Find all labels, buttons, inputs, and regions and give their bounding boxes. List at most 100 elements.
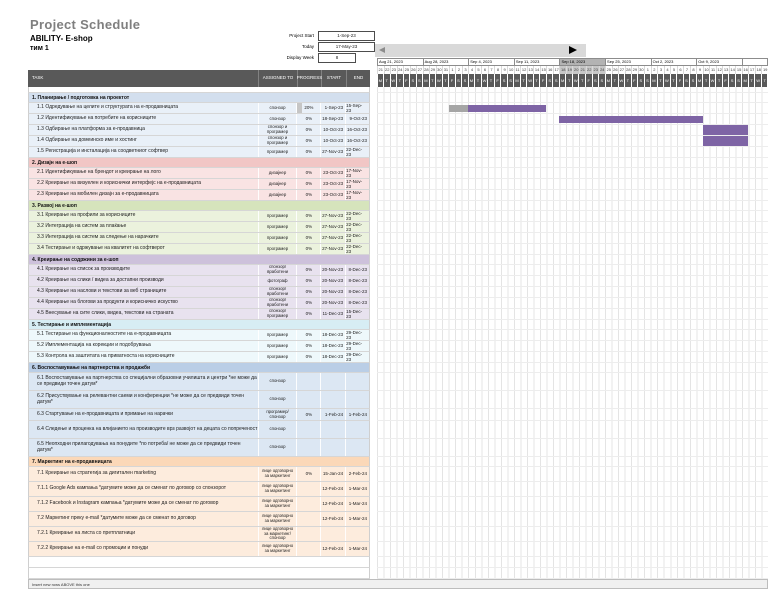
assigned-cell[interactable]: спонзор	[257, 373, 297, 390]
assigned-cell[interactable]: програмер	[257, 352, 297, 362]
task-cell[interactable]: 7.2 Маркетинг преку е-mail *датумите мож…	[29, 512, 258, 526]
start-date-cell[interactable]: 27-Nov-23	[320, 211, 345, 221]
assigned-cell[interactable]: програмер	[257, 222, 297, 232]
task-cell[interactable]: 1.1 Одредување на целите и структурата н…	[29, 103, 258, 113]
gantt-cell[interactable]	[377, 320, 768, 330]
assigned-cell[interactable]: лице одговорно за маркетинг/ спонзор	[257, 527, 297, 541]
start-date-cell[interactable]	[320, 527, 345, 541]
task-cell[interactable]: 2.1 Идентификување на брендот и креирање…	[29, 168, 258, 178]
progress-cell[interactable]: 0%	[296, 114, 320, 124]
gantt-cell[interactable]	[377, 557, 768, 568]
start-date-cell[interactable]: 27-Nov-23	[320, 147, 345, 157]
progress-cell[interactable]: 0%	[296, 330, 320, 340]
progress-cell[interactable]: 0%	[296, 276, 320, 286]
task-cell[interactable]: 1.2 Идентификување на потребите на корис…	[29, 114, 258, 124]
start-date-cell[interactable]	[320, 439, 345, 456]
task-cell[interactable]: 5.2 Имплементација на корекции и подобру…	[29, 341, 258, 351]
start-date-cell[interactable]: 12-Feb-24	[320, 482, 345, 496]
end-date-cell[interactable]	[345, 527, 369, 541]
task-cell[interactable]: 4.4 Креирање на блогови за продукти и ко…	[29, 298, 258, 308]
assigned-cell[interactable]: спонзор	[257, 439, 297, 456]
task-cell[interactable]: 3.3 Интеграција на систем за следење на …	[29, 233, 258, 243]
end-date-cell[interactable]: 29-Dec-23	[345, 341, 369, 351]
start-date-cell[interactable]: 18-Dec-23	[320, 352, 345, 362]
gantt-cell[interactable]	[377, 114, 768, 125]
end-date-cell[interactable]: 29-Dec-23	[345, 352, 369, 362]
end-date-cell[interactable]: 1-Mar-24	[345, 512, 369, 526]
task-cell[interactable]: 7.2.1 Креирање на листа со претплатници	[29, 527, 258, 541]
progress-cell[interactable]: 0%	[296, 179, 320, 189]
start-date-cell[interactable]: 11-Dec-23	[320, 309, 345, 319]
end-date-cell[interactable]	[345, 373, 369, 390]
gantt-cell[interactable]	[377, 363, 768, 373]
end-date-cell[interactable]: 16-Oct-23	[345, 125, 369, 135]
progress-cell[interactable]	[296, 373, 320, 390]
assigned-cell[interactable]: спонзор/ програмер	[257, 309, 297, 319]
timeline-scrollbar[interactable]	[375, 44, 586, 57]
assigned-cell[interactable]: дизајнер	[257, 179, 297, 189]
end-date-cell[interactable]: 8-Dec-23	[345, 287, 369, 297]
gantt-cell[interactable]	[377, 103, 768, 114]
assigned-cell[interactable]: програмер	[257, 341, 297, 351]
end-date-cell[interactable]: 15-Sep-23	[345, 103, 369, 113]
gantt-cell[interactable]	[377, 341, 768, 352]
assigned-cell[interactable]: дизајнер	[257, 168, 297, 178]
task-cell[interactable]: 5.3 Контрола на заштитата на приватноста…	[29, 352, 258, 362]
start-date-cell[interactable]: 20-Nov-23	[320, 287, 345, 297]
section-header-part[interactable]: 3. Развој на е-шоп	[28, 201, 370, 211]
task-cell[interactable]: 1.3 Одбирање на платформа за е-продавниц…	[29, 125, 258, 135]
end-date-cell[interactable]: 1-Mar-24	[345, 497, 369, 511]
task-cell[interactable]: 1.5 Регистрација и инсталација на соодве…	[29, 147, 258, 157]
gantt-cell[interactable]	[377, 287, 768, 298]
task-cell[interactable]: 2.3 Креирање на мобилен дизајн за е-прод…	[29, 190, 258, 200]
gantt-cell[interactable]	[377, 373, 768, 391]
end-date-cell[interactable]: 22-Dec-23	[345, 211, 369, 221]
assigned-cell[interactable]: спонзор и програмер	[257, 125, 297, 135]
end-date-cell[interactable]: 29-Dec-23	[345, 330, 369, 340]
progress-cell[interactable]: 0%	[296, 298, 320, 308]
task-cell[interactable]: 4.5 Внесување на сите слики, видеа, текс…	[29, 309, 258, 319]
gantt-cell[interactable]	[377, 125, 768, 136]
task-cell[interactable]: 7.2.2 Креирање на е-mail со промоции и п…	[29, 542, 258, 556]
gantt-cell[interactable]	[377, 168, 768, 179]
gantt-cell[interactable]	[377, 542, 768, 557]
end-date-cell[interactable]: 8-Dec-23	[345, 298, 369, 308]
meta-value-box[interactable]: 1-Sep-23	[318, 30, 375, 41]
task-cell[interactable]: 5.1 Тестирање на функционалностите на е-…	[29, 330, 258, 340]
end-date-cell[interactable]	[345, 421, 369, 438]
task-cell[interactable]: 6.5 Неопходни прилагодувања на понудите …	[29, 439, 258, 456]
gantt-cell[interactable]	[377, 391, 768, 409]
task-cell[interactable]: 6.1 Воспоставување на партнерства со спе…	[29, 373, 258, 390]
gantt-cell[interactable]	[377, 309, 768, 320]
progress-cell[interactable]: 0%	[296, 147, 320, 157]
assigned-cell[interactable]: спонзор/ вработени	[257, 287, 297, 297]
task-cell[interactable]: 3.1 Креирање на профили за корисниците	[29, 211, 258, 221]
gantt-cell[interactable]	[377, 439, 768, 457]
insert-row-note[interactable]: Insert new rows ABOVE this one	[28, 579, 768, 589]
task-cell[interactable]: 7.1.2 Facebook и Instagram кампања *дату…	[29, 497, 258, 511]
task-cell[interactable]: 6.2 Присуствување на релевантни саеми и …	[29, 391, 258, 408]
progress-cell[interactable]: 0%	[296, 244, 320, 254]
scroll-right-icon[interactable]	[569, 46, 577, 54]
gantt-cell[interactable]	[377, 276, 768, 287]
assigned-cell[interactable]: програмер	[257, 233, 297, 243]
end-date-cell[interactable]: 2-Feb-24	[345, 467, 369, 481]
progress-cell[interactable]	[296, 512, 320, 526]
end-date-cell[interactable]: 17-Nov-23	[345, 190, 369, 200]
assigned-cell[interactable]: лице одговорно за маркетинг	[257, 542, 297, 556]
start-date-cell[interactable]: 12-Feb-24	[320, 542, 345, 556]
gantt-cell[interactable]	[377, 136, 768, 147]
end-date-cell[interactable]: 22-Dec-23	[345, 222, 369, 232]
progress-cell[interactable]: 0%	[296, 467, 320, 481]
start-date-cell[interactable]: 27-Nov-23	[320, 233, 345, 243]
assigned-cell[interactable]: спонзор/ вработени	[257, 265, 297, 275]
section-header-part[interactable]: 2. Дизајн на е-шоп	[28, 158, 370, 168]
assigned-cell[interactable]: програмер/ спонзор	[257, 409, 297, 420]
end-date-cell[interactable]: 17-Nov-23	[345, 179, 369, 189]
gantt-cell[interactable]	[377, 211, 768, 222]
assigned-cell[interactable]: лице одговорно за маркетинг	[257, 482, 297, 496]
progress-cell[interactable]	[296, 527, 320, 541]
assigned-cell[interactable]: програмер	[257, 211, 297, 221]
start-date-cell[interactable]: 18-Dec-23	[320, 330, 345, 340]
gantt-cell[interactable]	[377, 409, 768, 421]
